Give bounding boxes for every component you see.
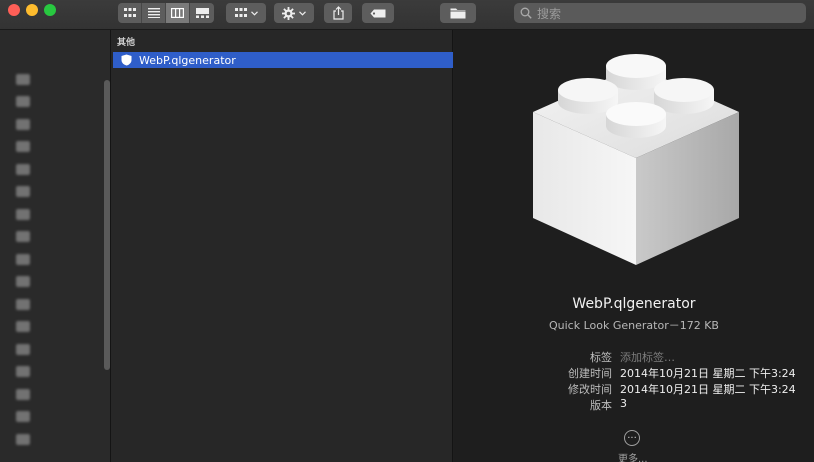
meta-row-tags: 标签 添加标签…: [454, 349, 814, 365]
search-field[interactable]: 搜索: [514, 3, 806, 23]
sidebar-item[interactable]: [0, 158, 110, 181]
folder-icon: [450, 8, 466, 19]
gear-icon: [282, 6, 295, 20]
sidebar-item[interactable]: [0, 316, 110, 339]
column-header: 其他: [117, 38, 136, 48]
sidebar-item-icon: [16, 343, 30, 355]
grid-arrange-icon: [234, 8, 247, 17]
sidebar-item-icon: [16, 208, 30, 220]
meta-row-created: 创建时间 2014年10月21日 星期二 下午3:24: [454, 365, 814, 381]
chevron-down-icon: [299, 10, 306, 16]
edit-tags-button[interactable]: [362, 3, 394, 23]
sidebar-item-icon: [16, 253, 30, 265]
sidebar-item-icon: [16, 186, 30, 198]
minimize-window-button[interactable]: [26, 4, 38, 16]
meta-value: 2014年10月21日 星期二 下午3:24: [620, 383, 796, 396]
search-icon: [520, 7, 532, 19]
add-tags-field[interactable]: 添加标签…: [620, 349, 675, 365]
share-icon: [332, 6, 344, 20]
more-label: 更多...: [618, 454, 648, 462]
sidebar-item-icon: [16, 298, 30, 310]
sidebar-item-icon: [16, 231, 30, 243]
sidebar-section-header: ​: [0, 50, 110, 68]
sidebar-item-icon: [16, 118, 30, 130]
action-menu-button[interactable]: [274, 3, 314, 23]
sidebar-item-icon: [16, 73, 30, 85]
tag-icon: [370, 9, 386, 17]
sidebar: ​: [0, 30, 110, 462]
sidebar-item-icon: [16, 366, 30, 378]
view-mode-segmented-control: [118, 3, 214, 23]
icon-view-icon: [123, 8, 136, 17]
sidebar-item-icon: [16, 276, 30, 288]
group-by-dropdown[interactable]: [226, 3, 266, 23]
chevron-down-icon: [250, 10, 258, 16]
close-window-button[interactable]: [8, 4, 20, 16]
preview-file-kind: Quick Look Generator－172 KB: [549, 319, 719, 332]
toolbar: 搜索: [0, 0, 814, 30]
sidebar-item[interactable]: [0, 406, 110, 429]
lego-brick-icon: [533, 54, 739, 265]
meta-row-modified: 修改时间 2014年10月21日 星期二 下午3:24: [454, 381, 814, 397]
meta-key: 标签: [590, 351, 612, 364]
meta-key: 创建时间: [568, 367, 612, 380]
list-view-icon: [147, 8, 160, 18]
share-button[interactable]: [324, 3, 352, 23]
more-button[interactable]: ···: [624, 430, 640, 446]
sidebar-item[interactable]: [0, 226, 110, 249]
zoom-window-button[interactable]: [44, 4, 56, 16]
sidebar-item[interactable]: [0, 91, 110, 114]
sidebar-item[interactable]: [0, 181, 110, 204]
meta-value: 2014年10月21日 星期二 下午3:24: [620, 367, 796, 380]
file-name-label: WebP.qlgenerator: [139, 53, 236, 67]
sidebar-item[interactable]: [0, 338, 110, 361]
sidebar-item[interactable]: [0, 68, 110, 91]
list-view-button[interactable]: [142, 3, 166, 23]
preview-file-name: WebP.qlgenerator: [572, 296, 696, 312]
ellipsis-icon: ···: [627, 432, 637, 444]
new-folder-button[interactable]: [440, 3, 476, 23]
gallery-view-button[interactable]: [190, 3, 214, 23]
sidebar-item[interactable]: [0, 383, 110, 406]
shield-icon: [121, 54, 132, 66]
column-view-button[interactable]: [166, 3, 190, 23]
file-row-selected[interactable]: WebP.qlgenerator: [113, 52, 453, 68]
sidebar-item-icon: [16, 388, 30, 400]
preview-pane: WebP.qlgenerator Quick Look Generator－17…: [454, 30, 814, 462]
icon-view-button[interactable]: [118, 3, 142, 23]
sidebar-item-icon: [16, 141, 30, 153]
sidebar-item[interactable]: [0, 136, 110, 159]
gallery-view-icon: [195, 8, 209, 18]
meta-value: 3: [620, 397, 627, 410]
sidebar-item-icon: [16, 163, 30, 175]
sidebar-item[interactable]: [0, 361, 110, 384]
sidebar-item-icon: [16, 433, 30, 445]
sidebar-item[interactable]: [0, 203, 110, 226]
sidebar-item-icon: [16, 96, 30, 108]
sidebar-item-icon: [16, 411, 30, 423]
meta-row-version: 版本 3: [454, 397, 814, 413]
column-view-icon: [171, 8, 184, 18]
file-column: 其他 WebP.qlgenerator: [110, 30, 453, 462]
search-placeholder: 搜索: [537, 6, 562, 21]
sidebar-item[interactable]: [0, 293, 110, 316]
sidebar-item[interactable]: [0, 248, 110, 271]
sidebar-item[interactable]: [0, 428, 110, 451]
sidebar-item[interactable]: [0, 271, 110, 294]
sidebar-item-icon: [16, 321, 30, 333]
sidebar-content-blurred: ​: [0, 30, 110, 451]
meta-key: 修改时间: [568, 383, 612, 396]
meta-key: 版本: [590, 399, 612, 412]
sidebar-item[interactable]: [0, 113, 110, 136]
